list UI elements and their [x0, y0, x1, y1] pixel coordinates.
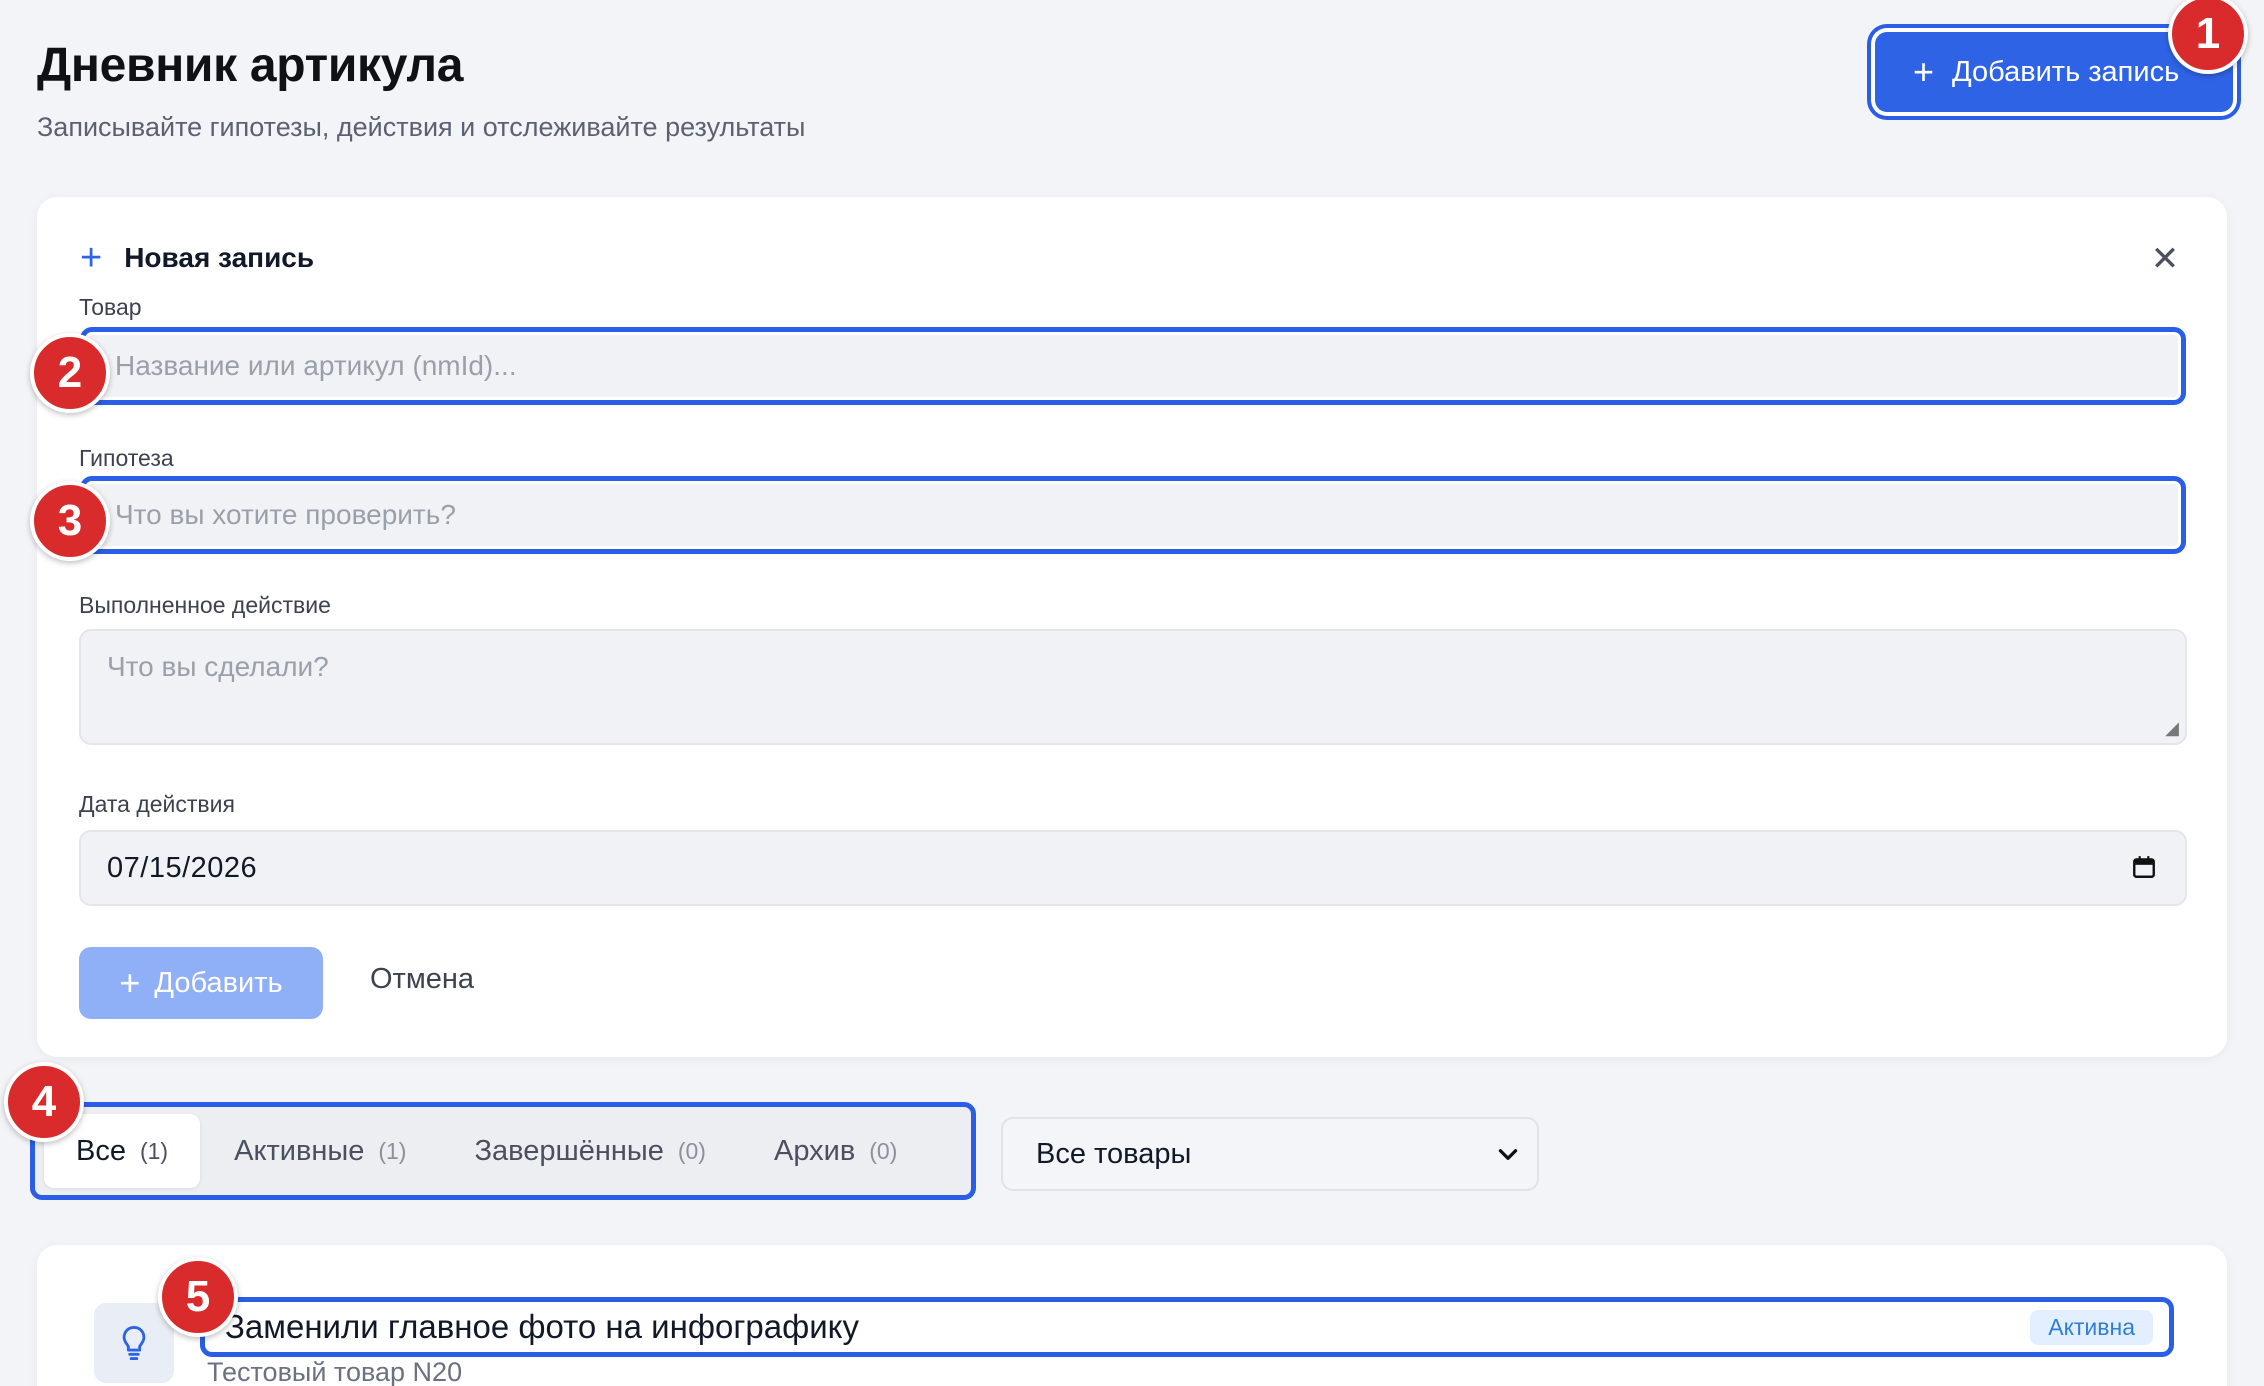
annotation-badge-1: 1	[2168, 0, 2248, 74]
add-entry-button-label: Добавить запись	[1952, 55, 2180, 88]
lightbulb-icon	[122, 1326, 146, 1361]
action-textarea-placeholder: Что вы сделали?	[107, 651, 329, 682]
status-badge: Активна	[2030, 1310, 2153, 1345]
plus-icon: +	[119, 962, 141, 1003]
entry-card[interactable]: Заменили главное фото на инфографику Акт…	[37, 1245, 2227, 1386]
product-filter-value: Все товары	[1036, 1137, 1192, 1170]
form-header: + Новая запись	[80, 239, 314, 277]
annotation-badge-2: 2	[30, 333, 110, 413]
product-input-placeholder: Название или артикул (nmId)...	[115, 350, 517, 381]
plus-icon: +	[1913, 51, 1935, 92]
hypothesis-input[interactable]: Что вы хотите проверить?	[80, 476, 2186, 554]
cancel-button[interactable]: Отмена	[370, 963, 474, 996]
tab-count: (1)	[139, 1137, 169, 1164]
submit-button-label: Добавить	[154, 966, 283, 999]
entry-title: Заменили главное фото на инфографику	[225, 1308, 859, 1345]
tab-count: (0)	[677, 1137, 706, 1164]
date-input-value: 07/15/2026	[107, 851, 258, 884]
product-label: Товар	[79, 294, 142, 320]
tab-archive[interactable]: Архив (0)	[740, 1114, 931, 1188]
annotation-badge-4: 4	[4, 1062, 84, 1142]
page-title: Дневник артикула	[37, 39, 464, 92]
product-input[interactable]: Название или артикул (nmId)...	[80, 327, 2186, 405]
date-label: Дата действия	[79, 791, 235, 817]
page-subtitle: Записывайте гипотезы, действия и отслежи…	[37, 112, 806, 142]
status-tabs: Все (1) Активные (1) Завершённые (0) Арх…	[30, 1102, 976, 1200]
close-icon[interactable]: ✕	[2145, 239, 2185, 279]
hypothesis-label: Гипотеза	[79, 445, 174, 471]
action-label: Выполненное действие	[79, 592, 331, 618]
annotation-badge-3: 3	[30, 481, 110, 561]
new-entry-form: + Новая запись ✕ Товар Название или арти…	[37, 197, 2227, 1057]
action-textarea[interactable]: Что вы сделали? ◢	[79, 629, 2187, 745]
submit-button[interactable]: + Добавить	[79, 947, 323, 1019]
tab-label: Активные	[234, 1134, 365, 1167]
product-filter-select[interactable]: Все товары	[1001, 1117, 1539, 1191]
annotation-badge-5: 5	[158, 1257, 238, 1337]
form-title: Новая запись	[124, 242, 315, 273]
date-input[interactable]: 07/15/2026	[79, 830, 2187, 906]
tab-label: Завершённые	[474, 1134, 664, 1167]
calendar-icon[interactable]	[2131, 854, 2157, 880]
tab-count: (1)	[378, 1137, 407, 1164]
entry-product: Тестовый товар N20	[207, 1357, 463, 1386]
tab-label: Архив	[773, 1134, 856, 1167]
tab-completed[interactable]: Завершённые (0)	[440, 1114, 740, 1188]
tab-count: (0)	[869, 1137, 898, 1164]
chevron-down-icon	[1498, 1149, 1518, 1160]
resize-handle-icon[interactable]: ◢	[2165, 718, 2179, 739]
plus-icon: +	[80, 237, 103, 279]
entry-title-box[interactable]: Заменили главное фото на инфографику Акт…	[200, 1297, 2174, 1357]
hypothesis-input-placeholder: Что вы хотите проверить?	[115, 499, 456, 530]
tab-label: Все	[76, 1134, 126, 1167]
tab-active[interactable]: Активные (1)	[200, 1114, 440, 1188]
